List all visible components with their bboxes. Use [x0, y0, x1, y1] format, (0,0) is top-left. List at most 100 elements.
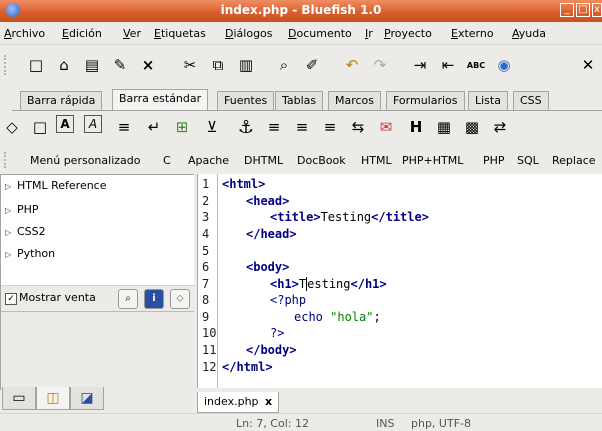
paragraph-icon[interactable]: □	[28, 115, 52, 139]
italic-icon[interactable]: A	[84, 115, 102, 133]
preview-icon[interactable]: ◉	[492, 53, 516, 77]
align-right-icon[interactable]: ≡	[318, 115, 342, 139]
find-icon[interactable]: ⌕	[272, 53, 296, 77]
tab-barra-rapida[interactable]: Barra rápida	[20, 91, 103, 110]
code-line: <title>Testing</title>	[270, 210, 429, 224]
tree-item[interactable]: ▷ Python	[5, 247, 55, 263]
redo-icon[interactable]: ↷	[368, 53, 392, 77]
custom-apache[interactable]: Apache	[188, 154, 229, 167]
close-window-button[interactable]: x	[592, 3, 602, 17]
tab-formularios[interactable]: Formularios	[386, 91, 465, 110]
body-tag-icon[interactable]: ◇	[0, 115, 24, 139]
menu-dialogos[interactable]: Diálogos	[225, 27, 273, 40]
tree-item[interactable]: ▷ PHP	[5, 203, 39, 219]
line-number: 11	[202, 343, 217, 357]
functions-tab-icon[interactable]: ◫	[36, 387, 70, 410]
custom-docbook[interactable]: DocBook	[297, 154, 346, 167]
tab-marcos[interactable]: Marcos	[328, 91, 382, 110]
menu-externo[interactable]: Externo	[451, 27, 494, 40]
expander-arrow-icon[interactable]: ▷	[5, 206, 17, 215]
tab-barra-estandar[interactable]: Barra estándar	[112, 89, 209, 111]
document-tab[interactable]: index.php x	[197, 392, 280, 413]
undo-icon[interactable]: ↶	[340, 53, 364, 77]
menu-ayuda[interactable]: Ayuda	[512, 27, 546, 40]
insert-icon[interactable]: ⬦	[170, 289, 190, 309]
expander-arrow-icon[interactable]: ▷	[5, 228, 17, 237]
anchor-icon[interactable]: ⚓	[234, 115, 258, 139]
info-icon[interactable]: i	[144, 289, 164, 309]
spellcheck-icon[interactable]: ABC	[464, 53, 488, 77]
menu-etiquetas[interactable]: Etiquetas	[154, 27, 206, 40]
menu-edicion[interactable]: Edición	[62, 27, 102, 40]
maximize-button[interactable]: □	[576, 3, 590, 17]
paste-icon[interactable]: ▥	[234, 53, 258, 77]
custom-php-html[interactable]: PHP+HTML	[402, 154, 463, 167]
new-file-icon[interactable]: □	[24, 53, 48, 77]
align-center-icon[interactable]: ≡	[290, 115, 314, 139]
cut-icon[interactable]: ✂	[178, 53, 202, 77]
custom-html[interactable]: HTML	[361, 154, 392, 167]
code-token: ;	[373, 310, 381, 324]
custom-dhtml[interactable]: DHTML	[244, 154, 283, 167]
menu-ir[interactable]: Ir	[365, 27, 373, 40]
custom-php[interactable]: PHP	[483, 154, 505, 167]
code-token: ?>	[270, 326, 285, 340]
link-icon[interactable]: ⇄	[488, 115, 512, 139]
show-window-checkbox[interactable]: ✓	[5, 293, 17, 305]
code-line: </html>	[222, 360, 273, 374]
tree-item-label: PHP	[17, 203, 39, 216]
indent-icon[interactable]: ⇥	[408, 53, 432, 77]
tab-tablas[interactable]: Tablas	[275, 91, 324, 110]
code-editor[interactable]: 1 2 3 4 5 6 7 8 9 10 11 12 <html> <head>…	[197, 174, 602, 388]
filebrowser-tab-icon[interactable]: ▭	[2, 387, 36, 410]
menu-ver[interactable]: Ver	[123, 27, 141, 40]
heading-icon[interactable]: ≡	[112, 115, 136, 139]
tools-icon[interactable]: ✕	[576, 53, 600, 77]
nbsp-icon[interactable]: ⊞	[170, 115, 194, 139]
email-icon[interactable]: ✉	[374, 115, 398, 139]
custom-replace[interactable]: Replace	[552, 154, 596, 167]
save-as-icon[interactable]: ✎	[108, 53, 132, 77]
code-line: <head>	[246, 194, 289, 208]
unindent-icon[interactable]: ⇤	[436, 53, 460, 77]
menu-proyecto[interactable]: Proyecto	[384, 27, 432, 40]
menu-archivo[interactable]: Archivo	[4, 27, 45, 40]
bold-icon[interactable]: A	[56, 115, 74, 133]
tab-lista[interactable]: Lista	[468, 91, 508, 110]
line-number: 12	[202, 360, 217, 374]
menu-personalizado[interactable]: Menú personalizado	[30, 154, 140, 167]
custom-c[interactable]: C	[163, 154, 171, 167]
tree-item[interactable]: ▷ CSS2	[5, 225, 46, 241]
expander-arrow-icon[interactable]: ▷	[5, 250, 17, 259]
line-break-icon[interactable]: ↵	[142, 115, 166, 139]
title-bar[interactable]: index.php - Bluefish 1.0 _ □ x	[0, 0, 602, 22]
minimize-button[interactable]: _	[560, 3, 574, 17]
code-line: <body>	[246, 260, 289, 274]
close-tab-icon[interactable]: x	[265, 395, 272, 408]
menu-documento[interactable]: Documento	[288, 27, 352, 40]
close-file-icon[interactable]: ×	[136, 53, 160, 77]
sidebar-tabs: ▭ ◫ ◪	[0, 387, 195, 411]
show-window-label: Mostrar venta	[19, 291, 96, 304]
custom-menu-grip[interactable]	[4, 152, 12, 168]
search-icon[interactable]: ⌕	[118, 289, 138, 309]
expander-arrow-icon[interactable]: ▷	[5, 182, 17, 191]
tab-fuentes[interactable]: Fuentes	[217, 91, 275, 110]
tree-item[interactable]: ▷ HTML Reference	[5, 179, 107, 195]
code-token: <title>	[270, 210, 321, 224]
open-folder-icon[interactable]: ⌂	[52, 53, 76, 77]
copy-icon[interactable]: ⧉	[206, 53, 230, 77]
image-icon[interactable]: ▦	[432, 115, 456, 139]
underline-icon[interactable]: ⊻	[200, 115, 224, 139]
custom-sql[interactable]: SQL	[517, 154, 539, 167]
align-left-icon[interactable]: ≡	[262, 115, 286, 139]
thumbnail-icon[interactable]: ▩	[460, 115, 484, 139]
save-icon[interactable]: ▤	[80, 53, 104, 77]
bookmarks-tab-icon[interactable]: ◪	[70, 387, 104, 410]
code-line: ?>	[270, 326, 284, 340]
toolbar-grip[interactable]	[4, 55, 12, 75]
tab-css[interactable]: CSS	[513, 91, 549, 110]
replace-icon[interactable]: ✐	[300, 53, 324, 77]
comment-icon[interactable]: ⇆	[346, 115, 370, 139]
h-tag-icon[interactable]: H	[404, 115, 428, 139]
